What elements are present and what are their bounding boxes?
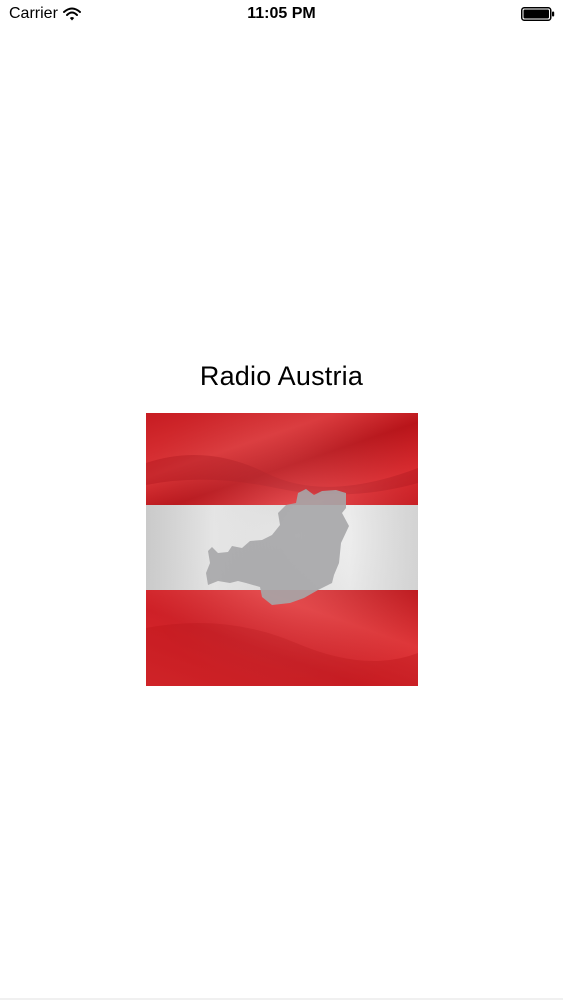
battery-icon <box>521 7 555 21</box>
austria-flag-image <box>146 413 418 686</box>
status-time: 11:05 PM <box>247 5 316 22</box>
status-bar: Carrier 11:05 PM <box>0 0 563 30</box>
app-title: Radio Austria <box>199 361 364 391</box>
